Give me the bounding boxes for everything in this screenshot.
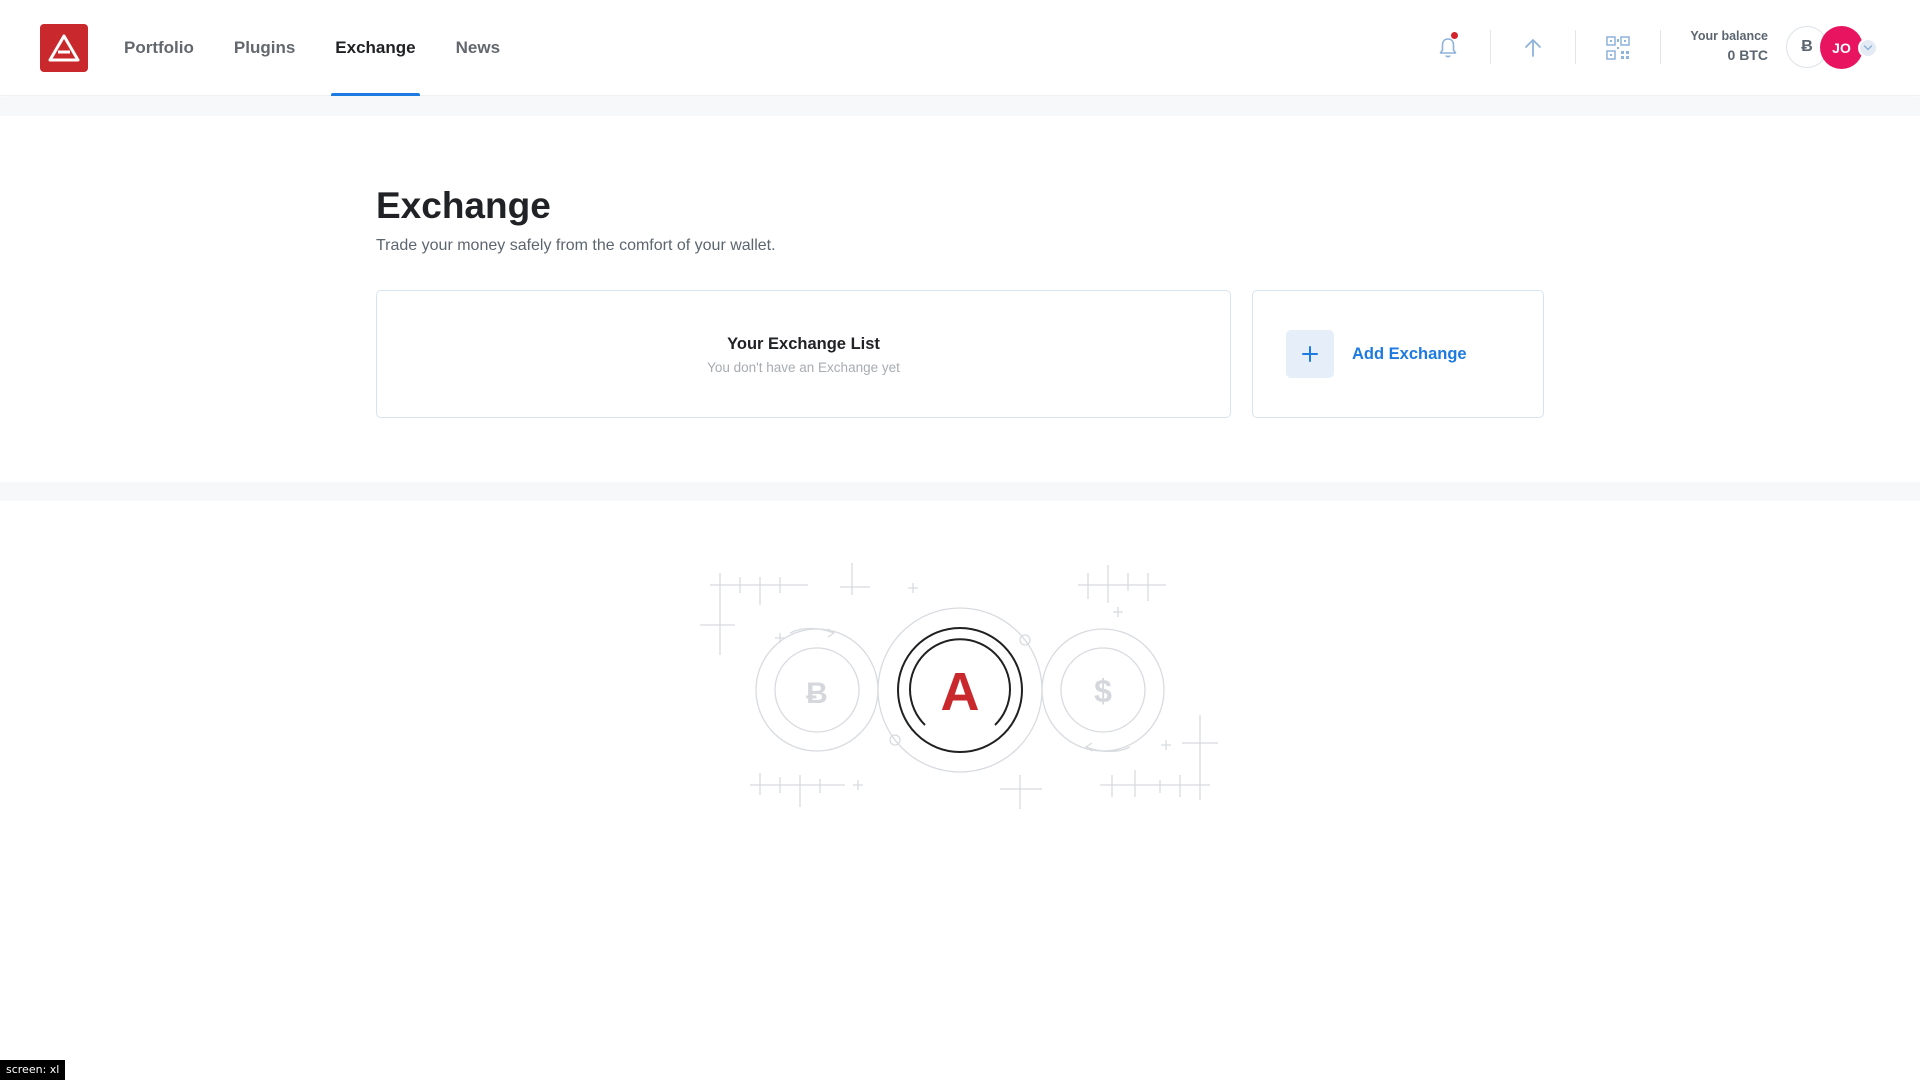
nav-item-exchange[interactable]: Exchange: [331, 0, 420, 96]
exchange-illustration: A Ƀ $: [700, 563, 1218, 809]
notification-dot: [1451, 32, 1458, 39]
exchange-list-card: Your Exchange List You don't have an Exc…: [376, 290, 1231, 418]
balance-value: 0 BTC: [1727, 47, 1768, 63]
main-nav: Portfolio Plugins Exchange News: [120, 0, 536, 96]
qr-code-icon: [1606, 36, 1630, 60]
dollar-coin-symbol: $: [1094, 673, 1112, 709]
add-exchange-button[interactable]: Add Exchange: [1252, 290, 1544, 418]
profile-menu-toggle[interactable]: [1858, 38, 1878, 58]
header-divider: [1575, 30, 1576, 64]
wallet-balance: Your balance 0 BTC: [1690, 29, 1768, 63]
bitcoin-icon: Ƀ: [1801, 38, 1813, 55]
ark-coin-letter: A: [941, 662, 980, 722]
exchange-list-empty-text: You don't have an Exchange yet: [707, 360, 900, 375]
screen-size-badge: screen: xl: [0, 1060, 66, 1080]
send-button[interactable]: [1513, 28, 1553, 68]
profile-avatar[interactable]: JO: [1820, 26, 1863, 69]
arrow-up-icon: [1525, 39, 1541, 57]
ark-logo-icon: [48, 34, 80, 62]
add-exchange-label: Add Exchange: [1352, 344, 1467, 363]
balance-label: Your balance: [1690, 29, 1768, 43]
top-navbar: Portfolio Plugins Exchange News Your bal…: [0, 0, 1920, 96]
bitcoin-coin-symbol: Ƀ: [806, 677, 828, 710]
nav-item-portfolio[interactable]: Portfolio: [120, 0, 198, 96]
bell-icon: [1439, 38, 1457, 58]
add-exchange-icon-box: [1286, 330, 1334, 378]
header-divider: [1660, 30, 1661, 64]
chevron-down-icon: [1863, 45, 1873, 51]
nav-item-news[interactable]: News: [452, 0, 504, 96]
page-subtitle: Trade your money safely from the comfort…: [376, 237, 776, 254]
header-divider: [1490, 30, 1491, 64]
page-title: Exchange: [376, 185, 551, 226]
section-gap: [0, 97, 1920, 116]
notifications-button[interactable]: [1428, 28, 1468, 68]
exchange-list-title: Your Exchange List: [727, 335, 880, 353]
ark-logo[interactable]: [40, 24, 88, 72]
plus-icon: [1302, 346, 1318, 362]
qr-code-button[interactable]: [1598, 28, 1638, 68]
nav-item-plugins[interactable]: Plugins: [230, 0, 299, 96]
avatar-initials: JO: [1832, 39, 1851, 56]
section-gap: [0, 482, 1920, 501]
